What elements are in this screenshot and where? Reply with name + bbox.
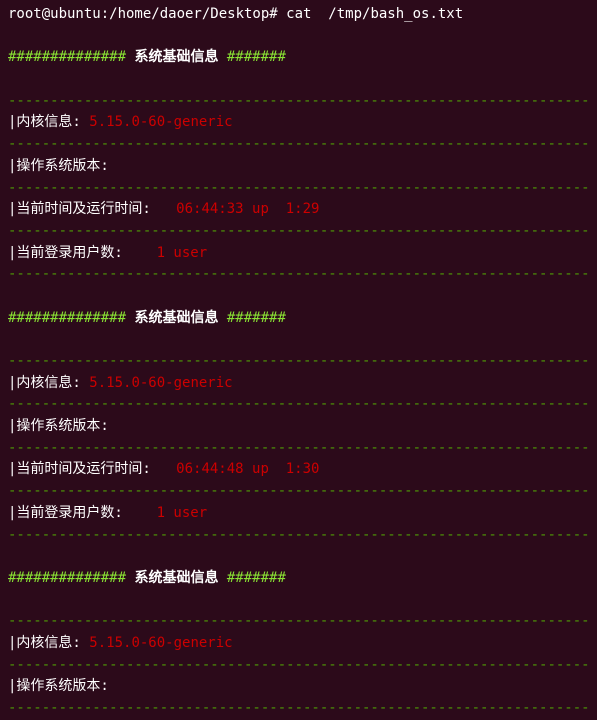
terminal-prompt-line[interactable]: root@ubuntu:/home/daoer/Desktop# cat /tm… xyxy=(8,4,589,26)
divider-line: ----------------------------------------… xyxy=(8,481,589,503)
divider-line: ----------------------------------------… xyxy=(8,134,589,156)
hash-prefix: ############## xyxy=(8,570,126,586)
prompt-command: cat /tmp/bash_os.txt xyxy=(286,6,463,22)
kernel-value: 5.15.0-60-generic xyxy=(89,375,232,391)
hash-prefix: ############## xyxy=(8,310,126,326)
time-row: |当前时间及运行时间: 06:44:48 up 1:30 xyxy=(8,459,589,481)
hash-suffix: ####### xyxy=(227,49,286,65)
hash-suffix: ####### xyxy=(227,310,286,326)
section-header: ############## 系统基础信息 ####### xyxy=(8,47,589,69)
kernel-label: |内核信息: xyxy=(8,635,89,651)
os-version-row: |操作系统版本: xyxy=(8,676,589,698)
users-label: |当前登录用户数: xyxy=(8,505,157,521)
os-label: |操作系统版本: xyxy=(8,158,109,174)
time-label: |当前时间及运行时间: xyxy=(8,201,176,217)
users-row: |当前登录用户数: 1 user xyxy=(8,503,589,525)
kernel-label: |内核信息: xyxy=(8,375,89,391)
kernel-info-row: |内核信息: 5.15.0-60-generic xyxy=(8,112,589,134)
section-title: 系统基础信息 xyxy=(126,310,227,326)
blank-line xyxy=(8,286,589,308)
blank-line xyxy=(8,329,589,351)
section-header: ############## 系统基础信息 ####### xyxy=(8,308,589,330)
time-label: |当前时间及运行时间: xyxy=(8,461,176,477)
divider-line: ----------------------------------------… xyxy=(8,525,589,547)
blank-line xyxy=(8,69,589,91)
kernel-label: |内核信息: xyxy=(8,114,89,130)
users-value: 1 user xyxy=(157,245,208,261)
divider-line: ----------------------------------------… xyxy=(8,698,589,720)
divider-line: ----------------------------------------… xyxy=(8,394,589,416)
time-value: 06:44:33 up 1:29 xyxy=(176,201,319,217)
section-header: ############## 系统基础信息 ####### xyxy=(8,568,589,590)
divider-line: ----------------------------------------… xyxy=(8,611,589,633)
kernel-value: 5.15.0-60-generic xyxy=(89,114,232,130)
divider-line: ----------------------------------------… xyxy=(8,264,589,286)
os-version-row: |操作系统版本: xyxy=(8,416,589,438)
section-title: 系统基础信息 xyxy=(126,570,227,586)
divider-line: ----------------------------------------… xyxy=(8,91,589,113)
time-row: |当前时间及运行时间: 06:44:33 up 1:29 xyxy=(8,199,589,221)
kernel-info-row: |内核信息: 5.15.0-60-generic xyxy=(8,633,589,655)
section-title: 系统基础信息 xyxy=(126,49,227,65)
prompt-user-host-path: root@ubuntu:/home/daoer/Desktop# xyxy=(8,6,278,22)
divider-line: ----------------------------------------… xyxy=(8,438,589,460)
hash-prefix: ############## xyxy=(8,49,126,65)
time-value: 06:44:48 up 1:30 xyxy=(176,461,319,477)
kernel-value: 5.15.0-60-generic xyxy=(89,635,232,651)
divider-line: ----------------------------------------… xyxy=(8,351,589,373)
blank-line xyxy=(8,546,589,568)
divider-line: ----------------------------------------… xyxy=(8,221,589,243)
os-label: |操作系统版本: xyxy=(8,678,109,694)
hash-suffix: ####### xyxy=(227,570,286,586)
users-label: |当前登录用户数: xyxy=(8,245,157,261)
users-value: 1 user xyxy=(157,505,208,521)
divider-line: ----------------------------------------… xyxy=(8,178,589,200)
os-version-row: |操作系统版本: xyxy=(8,156,589,178)
users-row: |当前登录用户数: 1 user xyxy=(8,243,589,265)
divider-line: ----------------------------------------… xyxy=(8,655,589,677)
blank-line xyxy=(8,26,589,48)
kernel-info-row: |内核信息: 5.15.0-60-generic xyxy=(8,373,589,395)
os-label: |操作系统版本: xyxy=(8,418,109,434)
